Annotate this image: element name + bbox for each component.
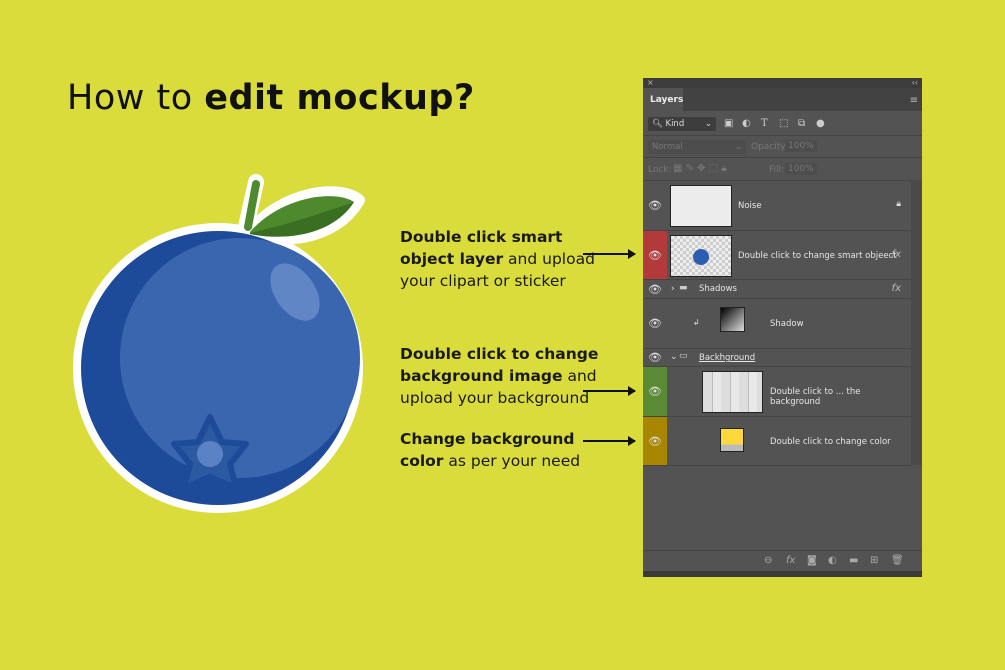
tab-layers[interactable]: Layers xyxy=(643,88,683,111)
lock-icons[interactable]: ▦ ✎ ✥ ⬚ 🔒︎ xyxy=(673,163,727,174)
layers-list: 👁︎ Noise 🔒︎ 👁︎ Double click to change sm… xyxy=(643,181,922,466)
layer-noise[interactable]: 👁︎ Noise 🔒︎ xyxy=(643,181,911,231)
opacity-label: Opacity: xyxy=(751,142,788,152)
shape-filter-icon[interactable]: ⬚ xyxy=(779,118,788,129)
panel-bottom-toolbar: ⊖ fx ◙ ◐ ▬ ⊞ 🗑︎ xyxy=(643,550,922,570)
adjustment-filter-icon[interactable]: ◐ xyxy=(742,118,751,129)
page-title: How to edit mockup? xyxy=(67,78,475,118)
lock-icon: 🔒︎ xyxy=(896,199,901,209)
instruction-smart-object: Double click smart object layer and uploa… xyxy=(400,228,595,290)
layer-shadow[interactable]: 👁︎ ↲ Shadow xyxy=(643,299,911,349)
eye-icon[interactable]: 👁︎ xyxy=(643,299,667,348)
trash-icon[interactable]: 🗑︎ xyxy=(891,555,904,566)
opacity-input[interactable]: 100% xyxy=(785,140,817,152)
layer-thumbnail xyxy=(670,185,732,227)
layer-group-background[interactable]: 👁︎ ⌄ ▭ Backhground xyxy=(643,349,911,367)
layer-thumbnail xyxy=(702,371,763,413)
panel-titlebar: × ‹‹ xyxy=(643,78,922,88)
type-filter-icon[interactable]: T xyxy=(761,118,768,129)
new-layer-icon[interactable]: ⊞ xyxy=(870,555,878,566)
layer-name: Backhground xyxy=(699,353,756,363)
image-filter-icon[interactable]: ▣ xyxy=(724,118,733,129)
mask-icon[interactable]: ◙ xyxy=(807,555,817,566)
smart-object-filter-icon[interactable]: ⧉ xyxy=(798,118,805,129)
arrow-icon xyxy=(583,249,636,259)
layer-thumbnail xyxy=(670,235,732,277)
fx-icon[interactable]: fx xyxy=(786,555,795,566)
layer-background-image[interactable]: 👁︎ Double click to ... the background xyxy=(643,367,911,417)
layer-name: Shadow xyxy=(770,319,804,329)
layer-name: Shadows xyxy=(699,284,737,294)
collapse-icon[interactable]: ‹‹ xyxy=(912,78,918,87)
blueberry-illustration xyxy=(73,174,365,513)
layer-name: Double click to ... the background xyxy=(770,387,861,407)
chevron-down-icon[interactable]: ⌄ xyxy=(670,352,678,362)
eye-icon[interactable]: 👁︎ xyxy=(643,349,667,366)
arrow-icon xyxy=(583,386,636,396)
layer-thumbnail xyxy=(720,428,744,452)
eye-icon[interactable]: 👁︎ xyxy=(643,367,667,416)
fill-input[interactable]: 100% xyxy=(785,163,817,175)
fill-label: Fill: xyxy=(769,165,785,175)
layer-group-shadows[interactable]: 👁︎ › ▬ Shadows fx xyxy=(643,280,911,299)
arrow-icon xyxy=(583,436,636,446)
layer-thumbnail xyxy=(720,307,745,332)
layer-color-fill[interactable]: 👁︎ Double click to change color xyxy=(643,417,911,466)
folder-icon[interactable]: ▬ xyxy=(849,555,858,566)
instruction-background-image: Double click to change background image a… xyxy=(400,345,599,407)
blend-mode-select[interactable]: Normal ⌄ xyxy=(648,140,746,154)
close-icon[interactable]: × xyxy=(647,78,654,87)
layer-name: Double click to change color xyxy=(770,437,891,447)
panel-menu-icon[interactable]: ≡ xyxy=(910,95,918,106)
eye-icon[interactable]: 👁︎ xyxy=(643,280,667,298)
clip-icon: ↲ xyxy=(693,318,700,327)
filter-kind-select[interactable]: 🔍︎ Kind ⌄ xyxy=(648,117,716,131)
eye-icon[interactable]: 👁︎ xyxy=(643,231,667,279)
fx-icon[interactable]: fx xyxy=(892,283,901,294)
layers-panel: × ‹‹ Layers ≡ 🔍︎ Kind ⌄ ▣ ◐ T ⬚ ⧉ ● Norma… xyxy=(643,78,922,577)
layer-name: Double click to change smart objeect xyxy=(738,251,897,261)
folder-icon: ▭ xyxy=(679,351,688,361)
adjustment-icon[interactable]: ◐ xyxy=(828,555,837,566)
filter-toggle-icon[interactable]: ● xyxy=(816,118,825,129)
chevron-right-icon[interactable]: › xyxy=(671,284,675,294)
layer-smart-object[interactable]: 👁︎ Double click to change smart objeect … xyxy=(643,231,911,280)
eye-icon[interactable]: 👁︎ xyxy=(643,181,667,230)
layer-name: Noise xyxy=(738,201,762,211)
instruction-background-color: Change background color as per your need xyxy=(400,430,581,470)
lock-label: Lock: xyxy=(648,165,672,175)
eye-icon[interactable]: 👁︎ xyxy=(643,417,667,465)
scrollbar[interactable] xyxy=(911,180,922,465)
link-icon[interactable]: ⊖ xyxy=(764,555,772,566)
fx-icon[interactable]: fx xyxy=(892,249,901,260)
folder-icon: ▬ xyxy=(679,283,688,293)
